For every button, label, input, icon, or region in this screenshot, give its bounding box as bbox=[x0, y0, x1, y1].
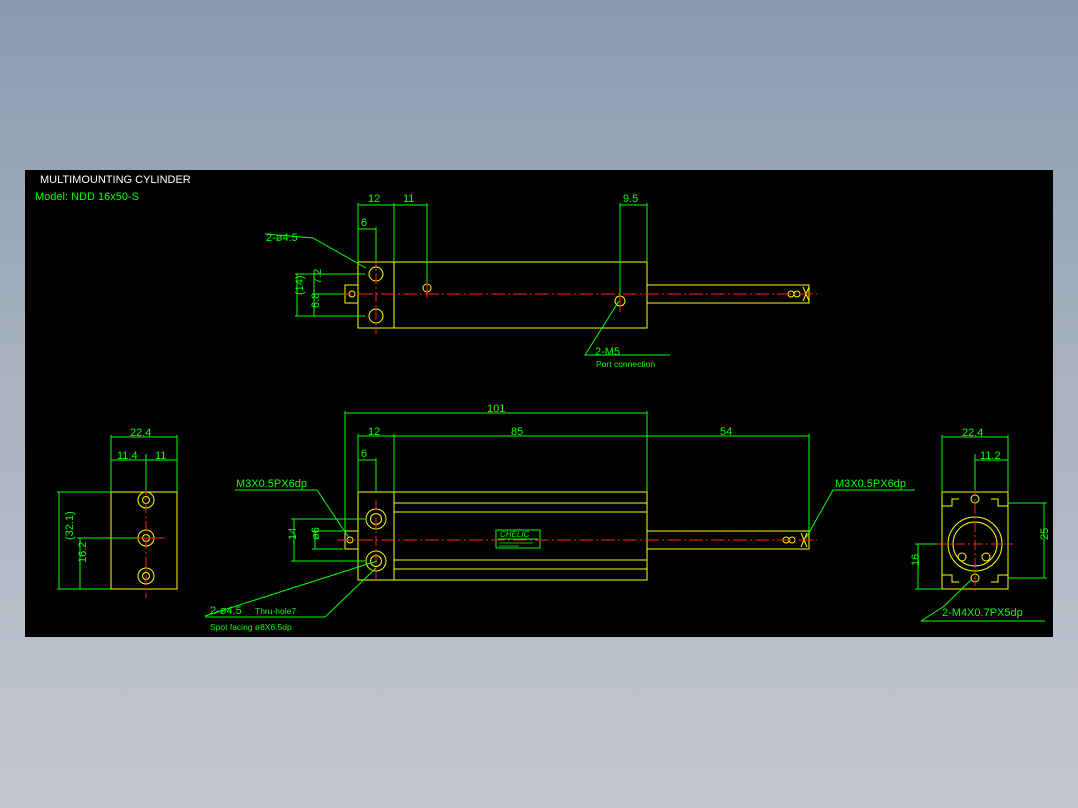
canvas-background bbox=[25, 170, 1053, 637]
dim-101: 101 bbox=[487, 403, 505, 415]
dim-14-ref: (14) bbox=[294, 275, 306, 295]
callout-spot-facing: Spot facing ø8X6.5dp bbox=[210, 622, 292, 632]
model-label: Model: NDD 16x50-S bbox=[35, 191, 139, 203]
dim-12: 12 bbox=[368, 193, 380, 205]
dim-85: 85 bbox=[511, 426, 523, 438]
dim-16-right: 16 bbox=[910, 554, 922, 566]
dim-22-4-right: 22.4 bbox=[962, 427, 983, 439]
dim-12-front: 12 bbox=[368, 426, 380, 438]
dim-6-8: 6.8 bbox=[310, 293, 322, 308]
dim-dia-6: ø6 bbox=[310, 527, 322, 540]
dim-16-2: 16.2 bbox=[77, 542, 89, 563]
callout-left-thread: M3X0.5PX6dp bbox=[236, 478, 307, 490]
dim-6-front: 6 bbox=[361, 448, 367, 460]
dim-54: 54 bbox=[720, 426, 732, 438]
callout-right-thread: M3X0.5PX6dp bbox=[835, 478, 906, 490]
dim-9-5: 9.5 bbox=[623, 193, 638, 205]
drawing-title: MULTIMOUNTING CYLINDER bbox=[40, 174, 191, 186]
callout-mount-holes: 2-ø4.5 bbox=[266, 232, 298, 244]
dim-25: 25 bbox=[1039, 528, 1051, 540]
callout-right-thread-holes: 2-M4X0.7PX5dp bbox=[942, 607, 1023, 619]
dim-22-4-left: 22.4 bbox=[130, 427, 151, 439]
callout-thru-holes: 2-ø4.5 bbox=[210, 605, 242, 617]
dim-14-front: 14 bbox=[287, 528, 299, 540]
dim-11-4: 11.4 bbox=[117, 450, 138, 462]
dim-6: 6 bbox=[361, 217, 367, 229]
dim-11-2: 11.2 bbox=[980, 450, 1001, 462]
cad-drawing-canvas: MULTIMOUNTING CYLINDER Model: NDD 16x50-… bbox=[25, 170, 1053, 637]
dim-11: 11 bbox=[403, 193, 414, 205]
nameplate-brand: CHELIC bbox=[500, 530, 530, 539]
callout-port-note: Port connection bbox=[596, 359, 655, 369]
dim-32-1-ref: (32.1) bbox=[64, 511, 76, 540]
cad-drawing: MULTIMOUNTING CYLINDER Model: NDD 16x50-… bbox=[25, 170, 1053, 637]
callout-thru-holes-note: Thru-hole7 bbox=[255, 606, 296, 616]
dim-11-left: 11 bbox=[155, 450, 166, 462]
callout-port: 2-M5 bbox=[595, 346, 620, 358]
dim-7-2: 7.2 bbox=[312, 269, 324, 284]
